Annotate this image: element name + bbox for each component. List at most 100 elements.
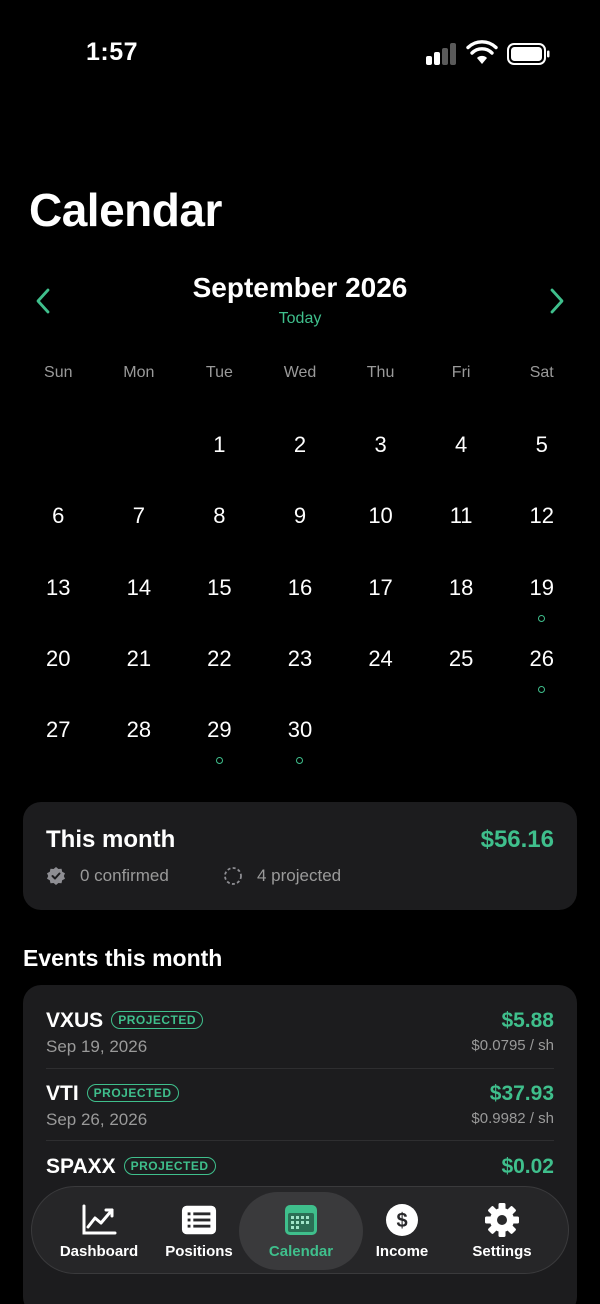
day-cell[interactable]: 30 [260, 693, 341, 765]
day-cell[interactable]: 13 [18, 551, 99, 622]
event-symbol: VXUS PROJECTED [46, 1009, 204, 1033]
weekday-label: Fri [451, 364, 471, 381]
day-cell[interactable]: 23 [260, 622, 341, 693]
event-indicator-dot [538, 614, 546, 622]
day-number: 21 [126, 645, 152, 671]
day-number: 7 [132, 503, 145, 529]
tab-dashboard[interactable]: Dashboard [52, 1187, 146, 1275]
day-cell[interactable]: 20 [18, 622, 99, 693]
cellular-signal-icon [426, 43, 458, 65]
day-number: 15 [207, 574, 232, 600]
day-cell[interactable]: 28 [99, 693, 180, 764]
tab-label: Settings [472, 1243, 532, 1260]
day-cell[interactable]: 15 [179, 551, 260, 622]
day-cell[interactable]: 11 [421, 479, 502, 550]
day-number: 28 [126, 717, 152, 743]
day-cell[interactable]: 3 [340, 408, 421, 479]
day-number: 9 [293, 503, 307, 529]
day-cell[interactable]: 26 [501, 622, 582, 693]
today-button[interactable]: Today [0, 310, 600, 328]
event-amount: $37.93 [489, 1082, 554, 1105]
event-per-share: $0.0795 / sh [471, 1037, 554, 1054]
events-section-title: Events this month [23, 945, 223, 971]
tab-positions[interactable]: Positions [158, 1187, 240, 1275]
event-indicator-dot [215, 757, 223, 765]
day-cell[interactable]: 7 [99, 479, 180, 550]
weekday-label: Sun [44, 364, 73, 381]
day-number: 30 [287, 717, 313, 743]
weekday-label: Mon [123, 364, 155, 381]
day-cell[interactable]: 10 [340, 479, 421, 550]
day-cell[interactable]: 22 [179, 622, 260, 693]
day-cell[interactable]: 27 [18, 693, 99, 764]
tab-label: Dashboard [59, 1243, 139, 1260]
day-cell[interactable]: 6 [18, 479, 99, 550]
tab-income[interactable]: $ Income [366, 1187, 438, 1275]
month-summary-card: This month $56.16 0 confirmed 4 projecte… [23, 802, 577, 910]
day-cell[interactable]: 19 [501, 551, 582, 622]
day-cell[interactable]: 2 [260, 408, 341, 479]
tab-bar: Dashboard Positions Calendar $ Income Se… [31, 1186, 569, 1274]
day-number: 23 [287, 645, 313, 671]
chart-line-icon [81, 1203, 117, 1237]
day-cell[interactable]: 5 [501, 408, 582, 479]
event-amount: $0.02 [501, 1155, 554, 1178]
event-symbol: SPAXX PROJECTED [46, 1155, 216, 1179]
day-number: 29 [207, 717, 232, 743]
chevron-right-icon [550, 288, 564, 314]
day-number: 11 [449, 503, 473, 529]
event-status-badge: PROJECTED [111, 1011, 204, 1029]
day-number: 2 [293, 432, 307, 457]
day-number: 4 [455, 432, 468, 457]
svg-text:$: $ [396, 1210, 407, 1232]
day-cell[interactable]: 25 [421, 622, 502, 693]
day-cell[interactable]: 17 [340, 551, 421, 622]
day-cell[interactable]: 16 [260, 551, 341, 622]
event-amount: $5.88 [501, 1009, 554, 1032]
event-row[interactable]: VXUS PROJECTED Sep 19, 2026 $5.88 $0.0795… [46, 985, 554, 1057]
confirmed-count: 0 confirmed [46, 866, 169, 886]
verified-badge-icon [47, 867, 65, 885]
day-number: 16 [287, 574, 313, 600]
tab-settings[interactable]: Settings [462, 1187, 542, 1275]
day-number: 1 [213, 432, 226, 457]
summary-total: $56.16 [480, 826, 554, 853]
event-symbol: VTI PROJECTED [46, 1082, 179, 1106]
weekday-label: Tue [205, 364, 233, 381]
day-cell[interactable]: 12 [501, 479, 582, 550]
status-bar: 1:57 [0, 0, 600, 110]
day-cell[interactable]: 8 [179, 479, 260, 550]
weekday-label: Thu [366, 364, 395, 381]
event-row[interactable]: VTI PROJECTED Sep 26, 2026 $37.93 $0.9982… [46, 1068, 554, 1140]
day-cell[interactable]: 18 [421, 551, 502, 622]
event-ticker: SPAXX [46, 1155, 116, 1178]
day-number: 25 [448, 645, 474, 671]
list-icon [181, 1203, 217, 1237]
tab-calendar[interactable]: Calendar [239, 1192, 363, 1270]
day-cell[interactable]: 29 [179, 693, 260, 765]
next-month-button[interactable] [542, 286, 572, 316]
empty-day-cell [18, 408, 99, 479]
day-cell[interactable]: 1 [179, 408, 260, 479]
day-cell[interactable]: 14 [99, 551, 180, 622]
event-date: Sep 19, 2026 [46, 1037, 148, 1056]
battery-icon [507, 43, 550, 65]
event-ticker: VTI [46, 1082, 79, 1105]
tab-label: Positions [165, 1243, 233, 1260]
day-number: 19 [529, 574, 554, 600]
day-number: 3 [374, 432, 387, 457]
day-number: 20 [46, 645, 71, 671]
event-date: Sep 26, 2026 [46, 1110, 148, 1129]
event-ticker: VXUS [46, 1009, 104, 1032]
day-number: 27 [46, 717, 71, 743]
day-cell[interactable]: 24 [340, 622, 421, 693]
day-cell[interactable]: 21 [99, 622, 180, 693]
summary-title: This month [46, 826, 176, 853]
tab-label: Income [375, 1243, 429, 1260]
month-navigation: September 2026 Today [0, 268, 600, 338]
empty-day-cell [99, 408, 180, 479]
dashed-circle-icon [224, 867, 242, 885]
day-number: 5 [535, 432, 548, 457]
day-cell[interactable]: 9 [260, 479, 341, 550]
day-cell[interactable]: 4 [421, 408, 502, 479]
